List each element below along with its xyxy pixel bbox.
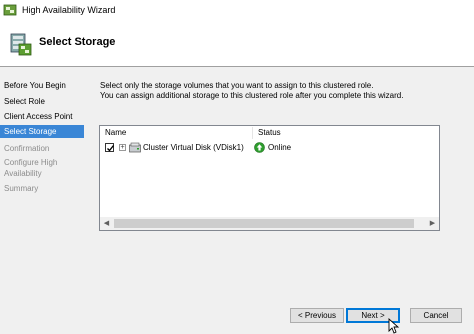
sidebar-item-label: Configure High Availability [4,158,58,178]
sidebar-item-confirmation: Confirmation [0,142,84,155]
sidebar-item-select-storage[interactable]: Select Storage [0,125,84,138]
description-line: Select only the storage volumes that you… [100,81,374,90]
checkmark-icon [107,145,115,152]
wizard-steps-sidebar: Before You Begin Select Role Client Acce… [0,68,84,334]
mouse-pointer-icon [388,318,400,334]
table-row[interactable]: + Cluster Virtual Disk (VDisk1) Online [100,141,439,155]
sidebar-item-label: Summary [4,184,39,193]
sidebar-item-label: Client Access Point [4,112,73,121]
sidebar-item-label: Confirmation [4,144,50,153]
sidebar-item-select-role[interactable]: Select Role [0,95,84,108]
online-arrow-up-icon [254,142,265,153]
disk-status: Online [268,143,292,152]
description-line: You can assign additional storage to thi… [100,91,404,100]
window-title: High Availability Wizard [22,5,116,15]
expand-toggle[interactable]: + [119,144,126,151]
horizontal-scrollbar[interactable]: ◀ ▶ [100,217,439,230]
sidebar-item-client-access-point[interactable]: Client Access Point [0,110,84,123]
wizard-header: Select Storage [0,20,474,67]
cluster-wizard-icon [3,4,17,16]
sidebar-item-before-you-begin[interactable]: Before You Begin [0,79,84,92]
cluster-storage-icon [10,33,32,56]
disk-name: Cluster Virtual Disk (VDisk1) [143,143,244,152]
column-header-name[interactable]: Name [100,126,252,140]
storage-list[interactable]: Name Status + Cluster Virtual Disk (VDis… [99,125,440,231]
sidebar-item-label: Select Storage [4,127,57,136]
row-checkbox[interactable] [105,143,115,152]
sidebar-item-configure-high-availability: Configure High Availability [0,156,84,180]
previous-button[interactable]: < Previous [290,308,344,323]
cancel-button[interactable]: Cancel [410,308,462,323]
scroll-left-icon[interactable]: ◀ [100,217,113,230]
sidebar-item-label: Before You Begin [4,81,66,90]
wizard-content: Select only the storage volumes that you… [84,68,474,334]
sidebar-item-summary: Summary [0,182,84,195]
cluster-disk-icon [129,142,141,153]
page-description: Select only the storage volumes that you… [100,81,460,101]
scrollbar-thumb[interactable] [114,219,414,228]
sidebar-item-label: Select Role [4,97,45,106]
title-bar: High Availability Wizard [0,0,474,20]
column-header-status[interactable]: Status [253,126,353,140]
scroll-right-icon[interactable]: ▶ [426,217,439,230]
page-title: Select Storage [39,36,116,48]
